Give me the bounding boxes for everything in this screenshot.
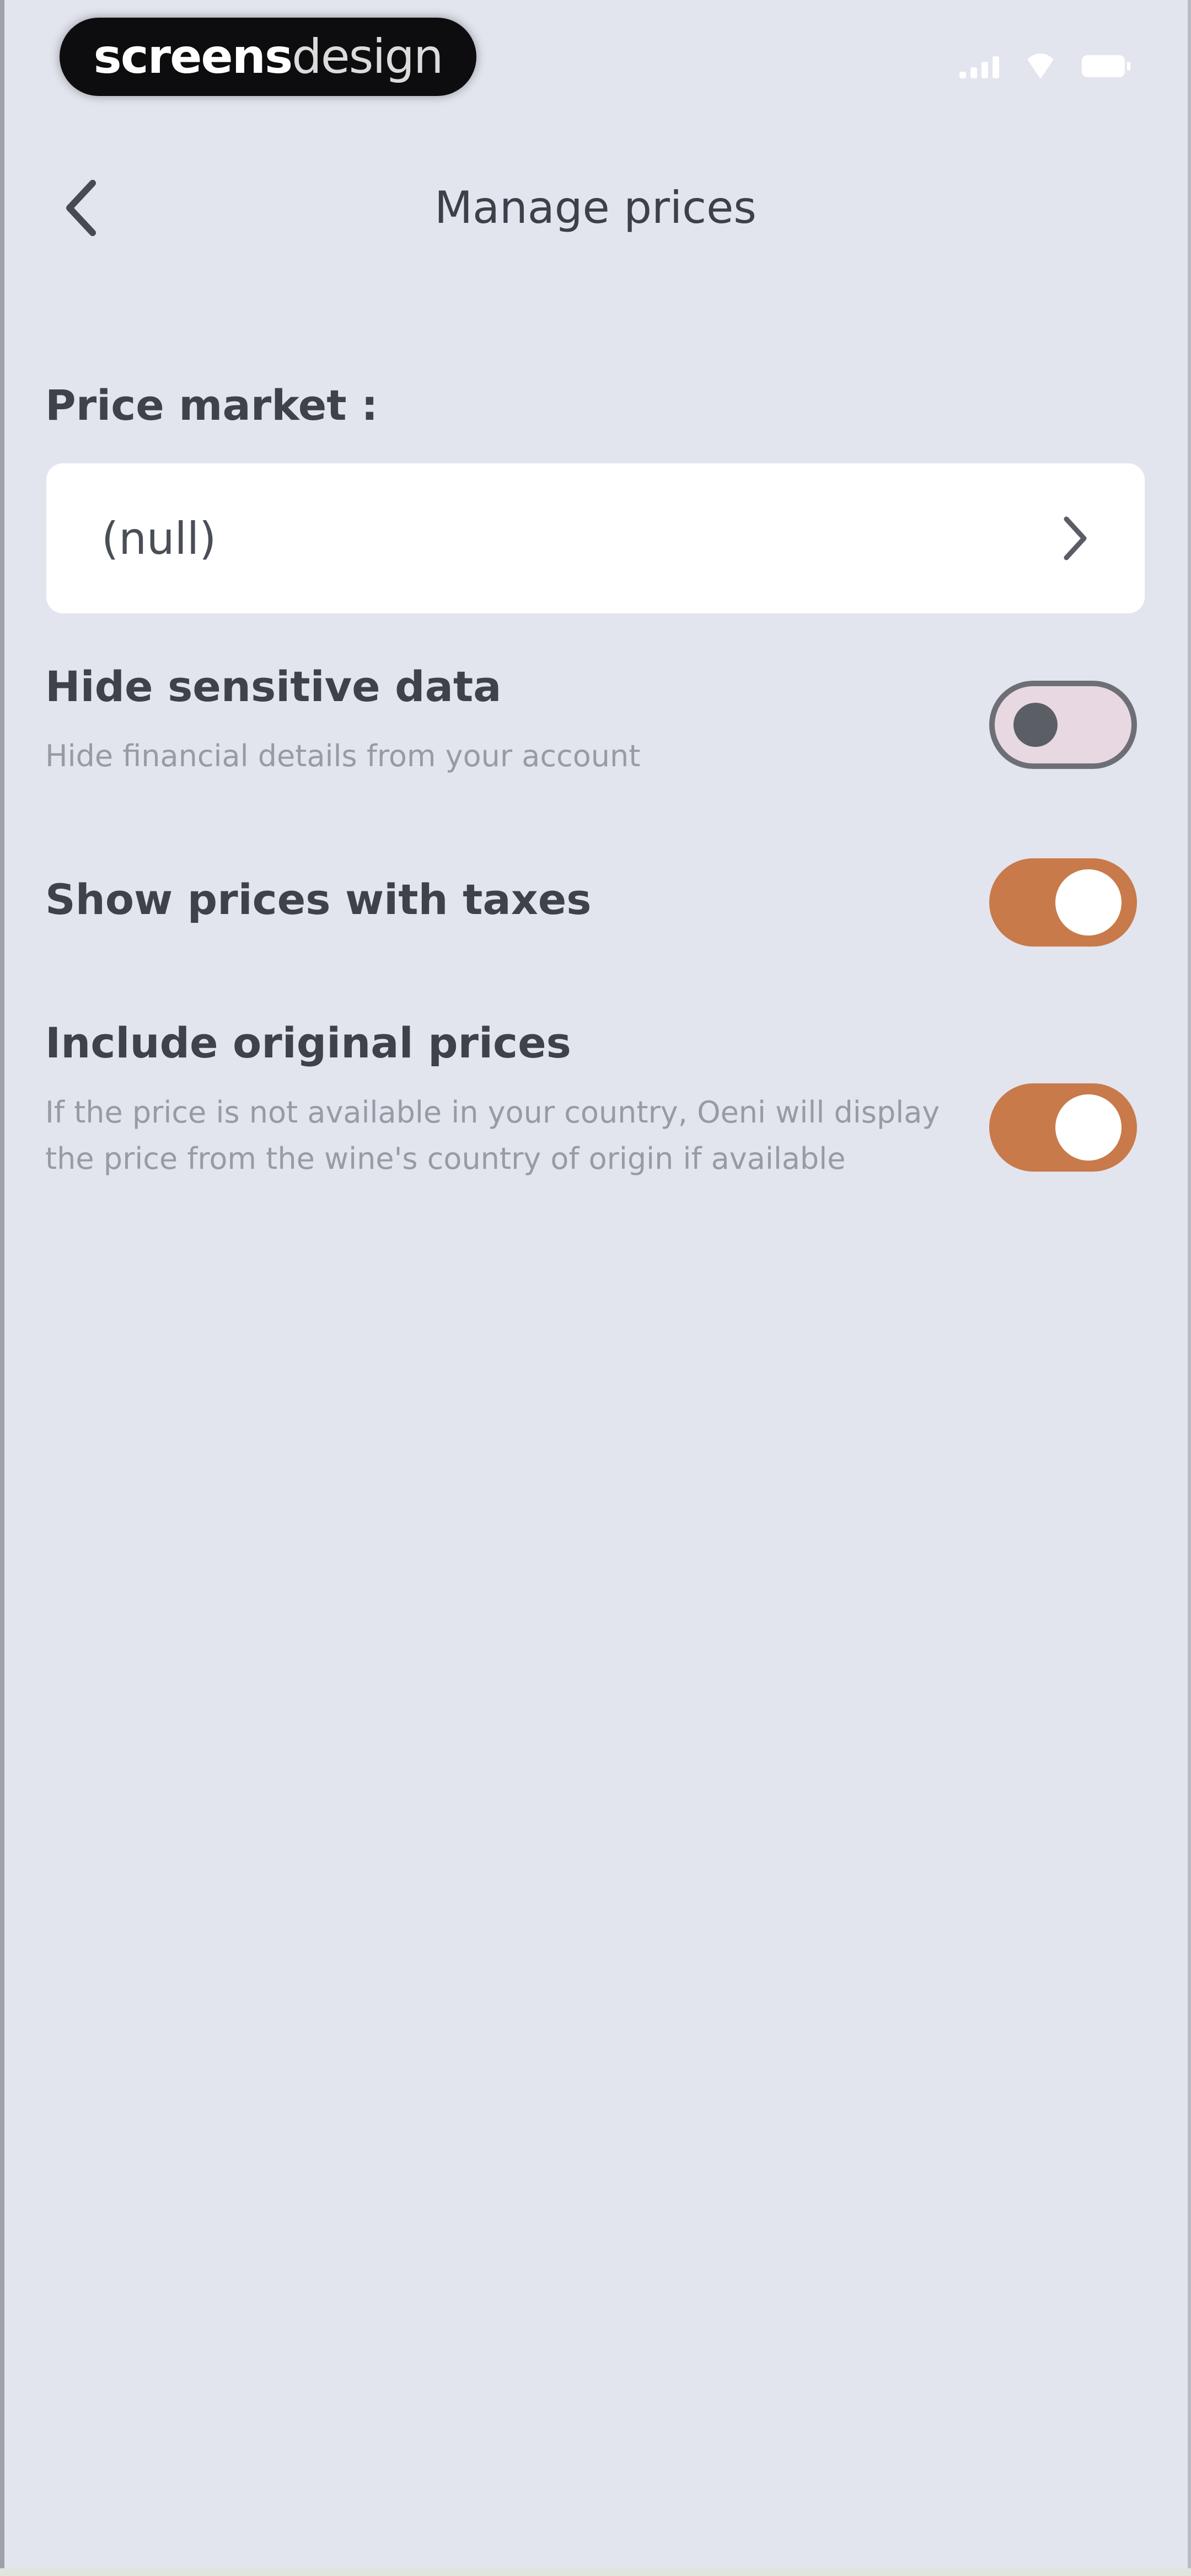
status-icons [959, 50, 1130, 83]
device-frame-bottom [0, 2568, 1191, 2576]
logo-text-design: design [292, 29, 443, 84]
setting-show-prices-with-taxes: Show prices with taxes [45, 875, 1147, 924]
price-market-value: (null) [101, 512, 217, 564]
setting-hide-sensitive-data: Hide sensitive data Hide financial detai… [45, 662, 1147, 779]
device-frame-right [1188, 0, 1191, 2576]
toggle-knob [1055, 1094, 1122, 1161]
setting-include-original-prices: Include original prices If the price is … [45, 1018, 1147, 1182]
status-bar: screens design [0, 0, 1191, 116]
include-original-prices-toggle[interactable] [989, 1083, 1137, 1172]
price-market-label: Price market : [45, 381, 378, 430]
battery-icon [1082, 55, 1130, 77]
signal-icon [959, 54, 999, 78]
screensdesign-logo: screens design [60, 18, 476, 96]
wifi-icon [1023, 54, 1058, 79]
show-prices-with-taxes-toggle[interactable] [989, 858, 1137, 947]
toggle-knob [1055, 869, 1122, 936]
setting-title: Hide sensitive data [45, 662, 502, 711]
chevron-right-icon [1064, 516, 1087, 560]
logo-text-screens: screens [93, 29, 293, 84]
hide-sensitive-data-toggle[interactable] [989, 681, 1137, 769]
price-market-selector[interactable]: (null) [46, 463, 1145, 613]
setting-title: Show prices with taxes [45, 875, 592, 924]
setting-title: Include original prices [45, 1018, 571, 1067]
toggle-knob [1013, 703, 1058, 747]
device-frame-left [0, 0, 4, 2576]
setting-description: If the price is not available in your co… [45, 1095, 940, 1176]
setting-description: Hide financial details from your account [45, 739, 641, 773]
page-title: Manage prices [434, 182, 757, 233]
nav-header: Manage prices [0, 149, 1191, 270]
